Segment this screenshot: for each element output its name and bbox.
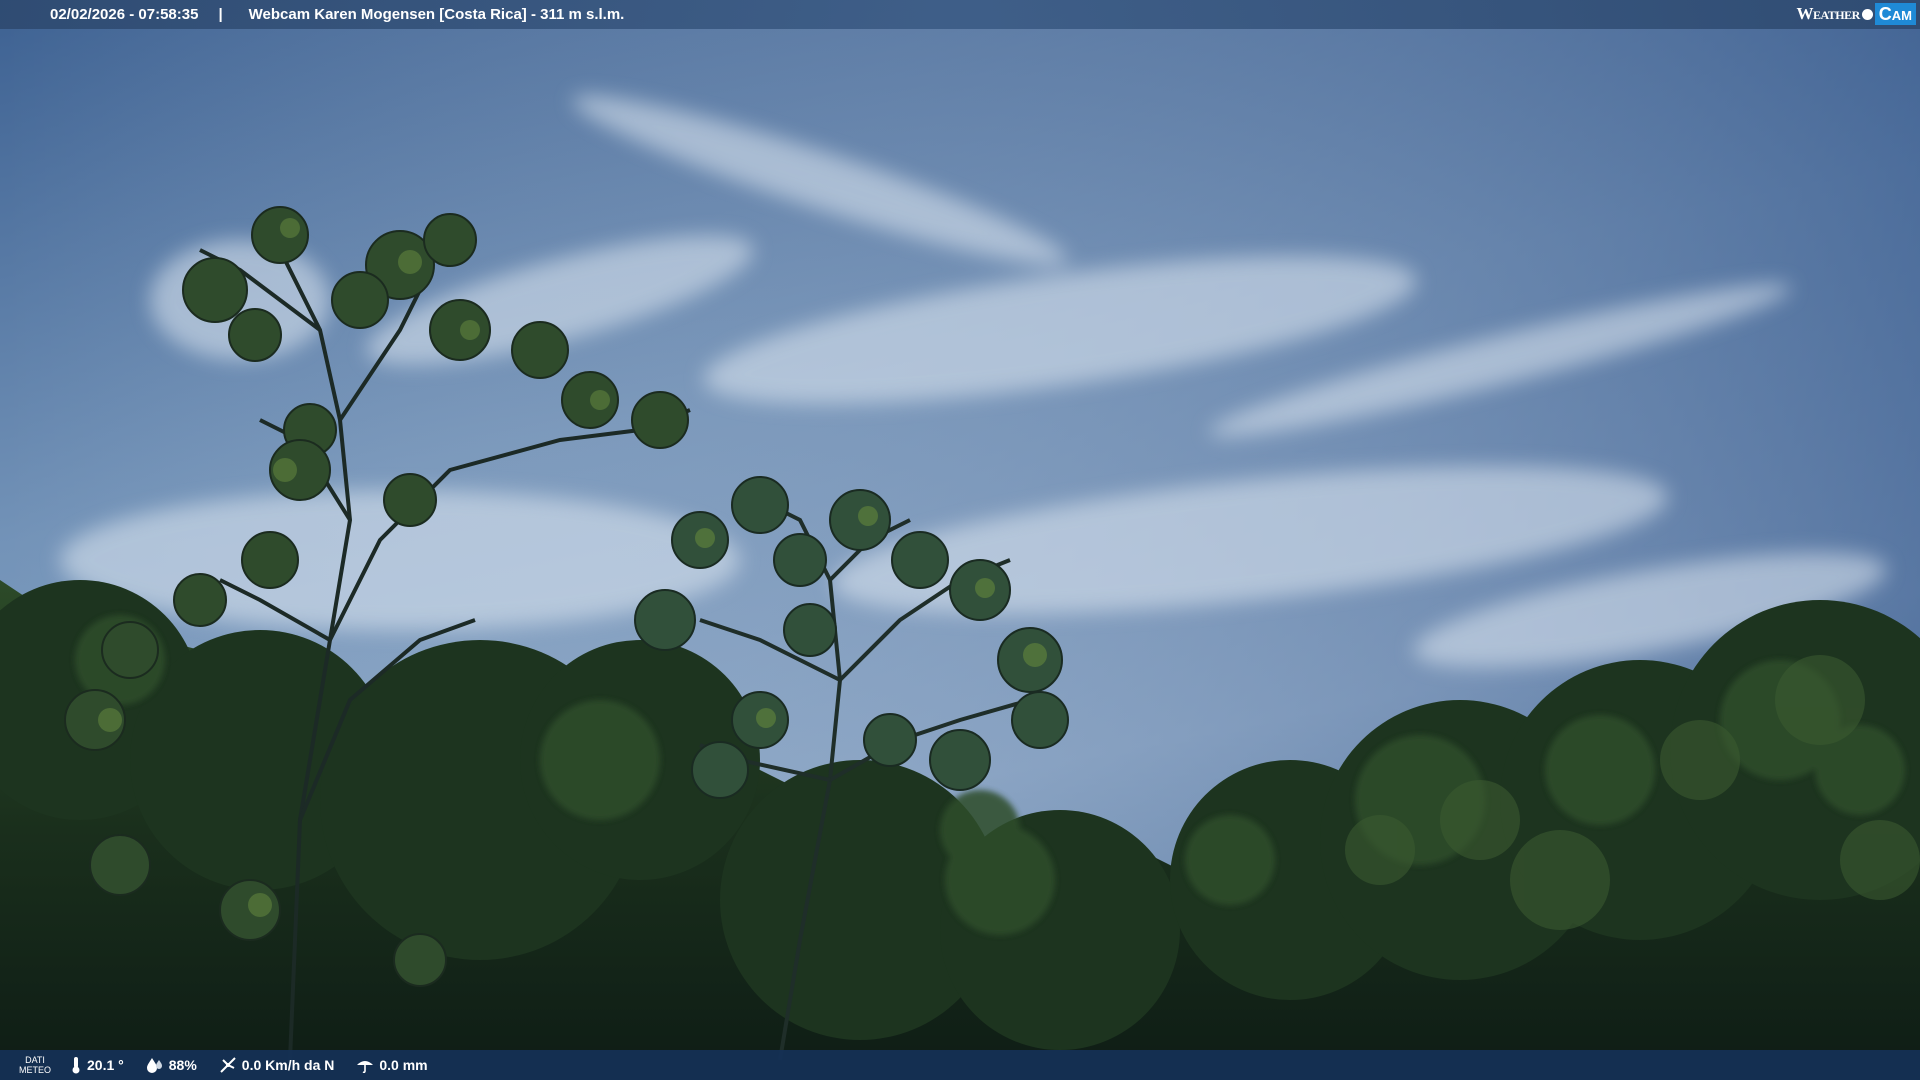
wind-value: 0.0 Km/h da N <box>241 1057 335 1073</box>
timestamp: 02/02/2026 - 07:58:35 <box>50 6 199 23</box>
logo-dot-icon <box>1861 8 1873 20</box>
weathercam-logo: Weather Cam <box>1796 2 1916 26</box>
webcam-scene <box>0 0 1920 1080</box>
wind-icon <box>220 1057 236 1073</box>
humidity-reading: 88% <box>146 1057 197 1073</box>
logo-cam: Cam <box>1874 3 1916 25</box>
humidity-icon <box>146 1058 162 1073</box>
rain-value: 0.0 mm <box>379 1057 428 1073</box>
weather-label-line2: METEO <box>18 1065 51 1075</box>
rain-reading: 0.0 mm <box>356 1057 428 1073</box>
weather-label-line1: DATI <box>25 1055 45 1065</box>
thermometer-icon <box>72 1057 80 1074</box>
logo-word: Weather <box>1796 4 1860 23</box>
header-bar: 02/02/2026 - 07:58:35 | Webcam Karen Mog… <box>0 0 1920 29</box>
wind-reading: 0.0 Km/h da N <box>219 1056 335 1074</box>
rain-icon <box>357 1061 374 1073</box>
temperature-reading: 20.1 ° <box>70 1056 124 1074</box>
webcam-title: Webcam Karen Mogensen [Costa Rica] - 311… <box>248 6 625 23</box>
humidity-value: 88% <box>168 1057 197 1073</box>
weather-data-label: DATI METEO <box>0 1055 70 1075</box>
weather-data-bar: DATI METEO 20.1 ° 88% 0.0 Km/h da N 0.0 … <box>0 1050 1920 1080</box>
temperature-value: 20.1 ° <box>87 1057 124 1073</box>
header-separator: | <box>218 6 223 23</box>
